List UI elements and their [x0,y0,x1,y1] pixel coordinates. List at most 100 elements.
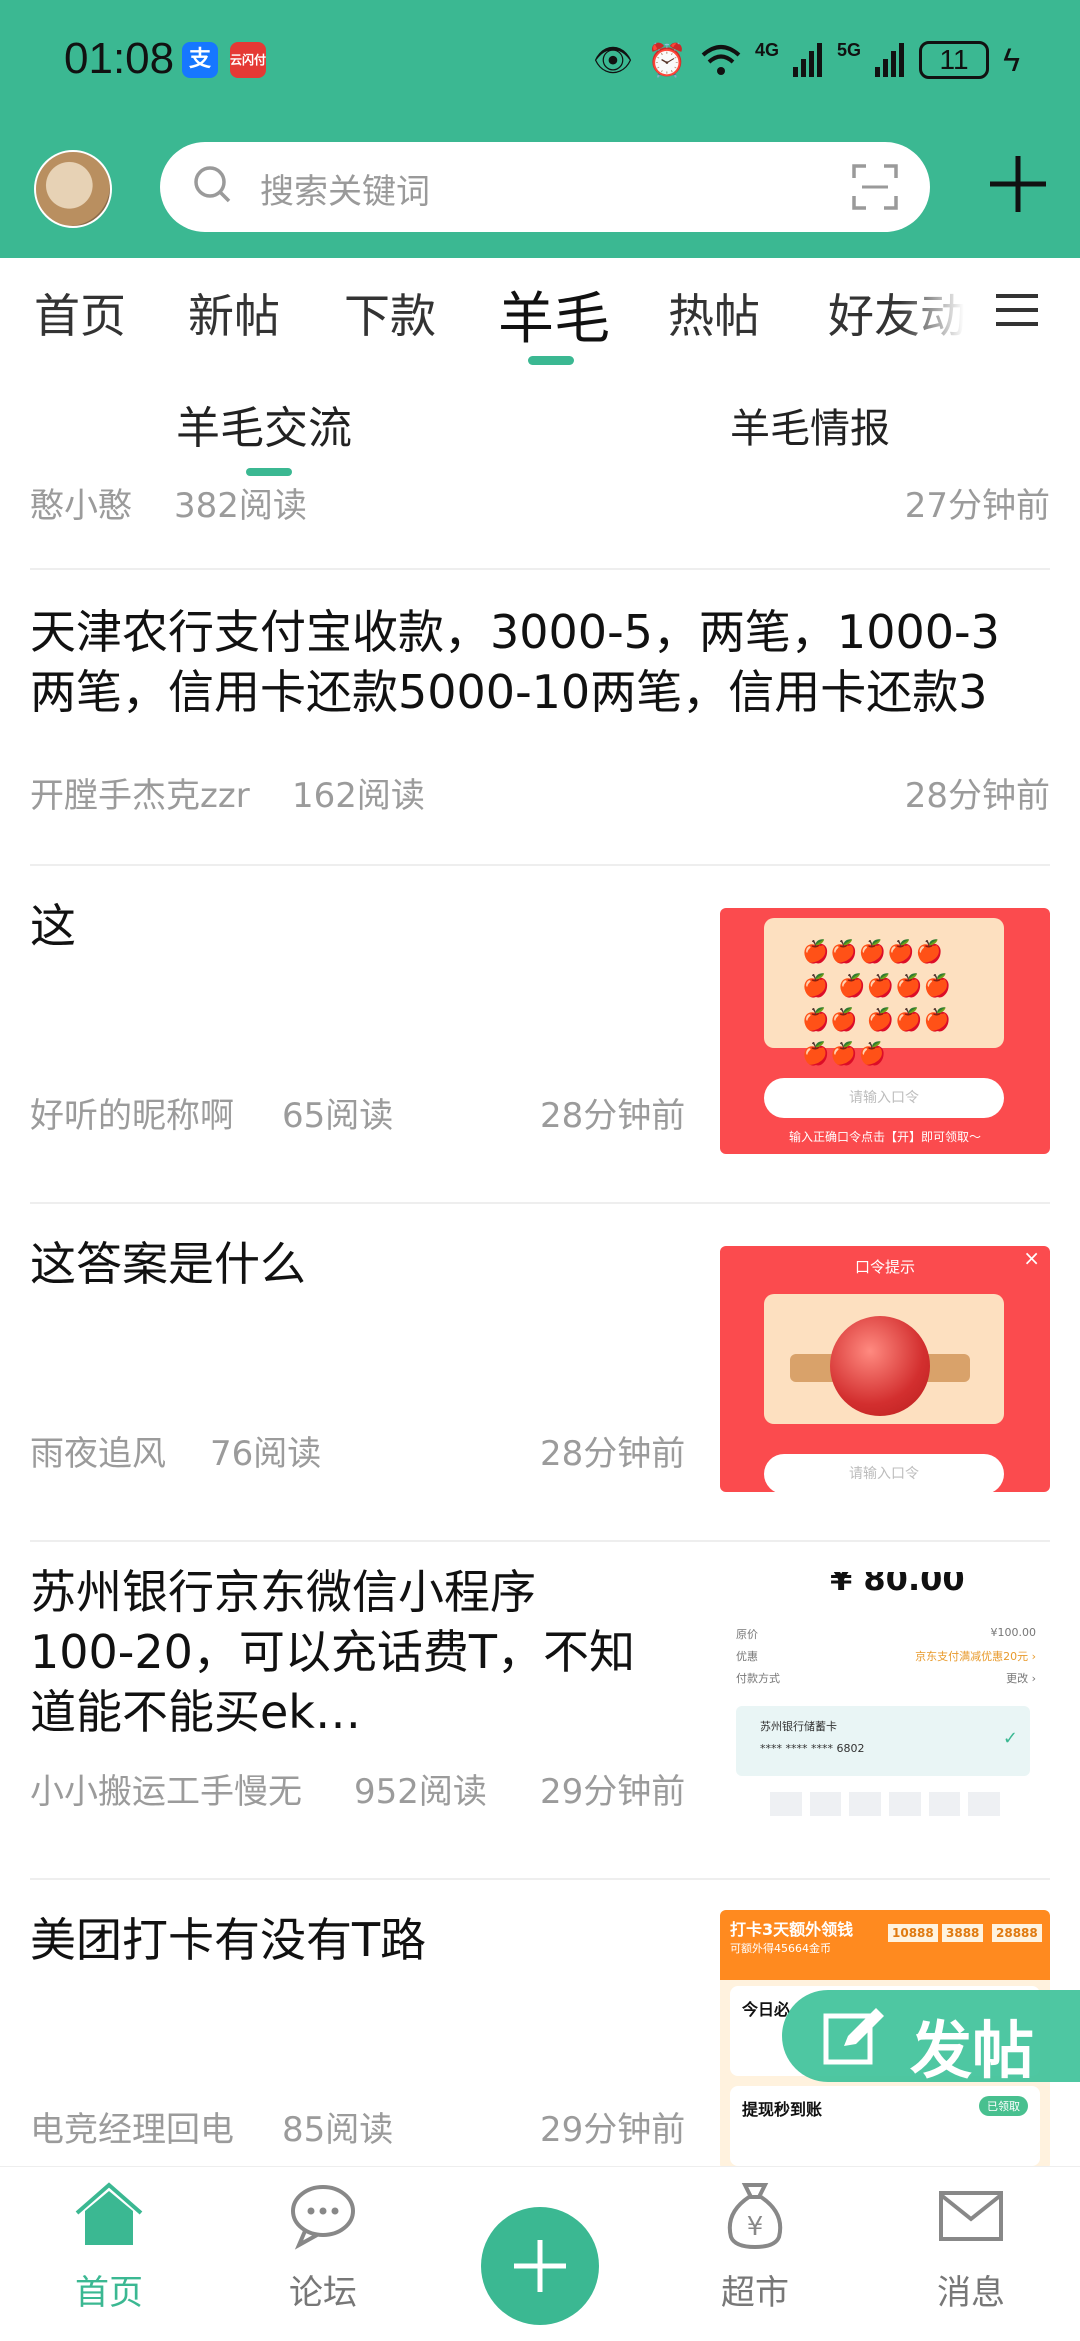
wifi-icon [701,45,741,75]
apple-image [830,1316,930,1416]
card-title: 今日必 [742,2000,791,2019]
post-item[interactable]: 这答案是什么 雨夜追风 76阅读 28分钟前 口令提示 × 请输入口令 [30,1204,1050,1542]
post-title-line: 100-20，可以充话费T，不知 [30,1625,636,1679]
post-thumbnail[interactable]: 🍎🍎🍎🍎🍎🍎 🍎🍎🍎🍎🍎🍎 🍎🍎🍎🍎🍎🍎 请输入口令 输入正确口令点击【开】即可… [720,908,1050,1154]
post-reads: 162阅读 [292,776,425,816]
subtab-wool-exchange[interactable]: 羊毛交流 [176,392,352,456]
nav-add-button[interactable] [481,2207,599,2325]
status-badge: 已领取 [979,2096,1028,2116]
nav-messages[interactable]: 消息 [896,2179,1046,2314]
post-title: 苏州银行京东微信小程序 100-20，可以充话费T，不知 道能不能买ek… [30,1562,635,1742]
post-item[interactable]: 憨小憨 382阅读 27分钟前 [30,476,1050,570]
payment-row-value: 更改 › [1006,1672,1036,1685]
post-title-line: 天津农行支付宝收款，3000-5，两笔，1000-3 [30,605,1000,659]
thumbnail-header: 口令提示 [854,1258,915,1276]
top-header: 01:08 支 云闪付 👁 ⏰ 4G 5G 11 ϟ 搜索关键词 [0,0,1080,258]
reward-amount: 28888 [992,1924,1042,1942]
menu-icon[interactable] [996,292,1038,328]
user-avatar[interactable] [34,150,112,228]
tab-home[interactable]: 首页 [34,280,126,346]
subtab-active-indicator [246,468,292,476]
post-thumbnail[interactable]: 口令提示 × 请输入口令 [720,1246,1050,1492]
password-boxes [770,1792,1001,1816]
add-plus-icon[interactable] [986,152,1050,216]
card-title: 提现秒到账 [742,2100,823,2119]
post-title-line: 道能不能买ek… [30,1685,361,1739]
tab-wool-deals[interactable]: 羊毛 [498,274,610,355]
nav-home[interactable]: 首页 [34,2179,184,2314]
post-item[interactable]: 苏州银行京东微信小程序 100-20，可以充话费T，不知 道能不能买ek… 小小… [30,1542,1050,1880]
alarm-icon: ⏰ [647,42,688,78]
forum-icon [291,2185,355,2250]
post-time: 28分钟前 [540,1096,686,1136]
charging-icon: ϟ [1003,42,1020,78]
post-feed: 憨小憨 382阅读 27分钟前 天津农行支付宝收款，3000-5，两笔，1000… [0,476,1080,2166]
signal-icon-2 [875,43,905,77]
signal-icon-1 [793,43,823,77]
post-title-line: 两笔，信用卡还款5000-10两笔，信用卡还款3 [30,665,988,719]
nav-market[interactable]: ¥ 超市 [680,2179,830,2314]
thumbnail-banner: 打卡3天额外领钱 可额外得45664金币 10888 3888 28888 [720,1910,1050,1980]
nav-forum-label: 论坛 [289,2273,357,2313]
post-author: 小小搬运工手慢无 [30,1772,302,1812]
add-icon [514,2240,566,2292]
new-post-label: 发帖 [910,2014,1035,2087]
thumbnail-input-text: 请输入口令 [764,1078,1004,1118]
search-placeholder: 搜索关键词 [260,172,430,212]
payment-row-value: ¥100.00 [990,1626,1037,1639]
network-4g-label: 4G [755,39,780,60]
post-author: 电竞经理回电 [30,2110,234,2150]
subtab-wool-intel[interactable]: 羊毛情报 [730,396,890,454]
post-item[interactable]: 天津农行支付宝收款，3000-5，两笔，1000-3 两笔，信用卡还款5000-… [30,570,1050,866]
battery-indicator: 11 [919,41,990,79]
search-icon [194,166,231,203]
thumbnail-card: 提现秒到账 已领取 [730,2086,1040,2166]
post-time: 27分钟前 [904,486,1050,526]
status-bar: 01:08 支 云闪付 👁 ⏰ 4G 5G 11 ϟ [0,0,1080,120]
nav-messages-label: 消息 [937,2273,1005,2313]
home-icon [75,2182,143,2245]
status-time: 01:08 [64,34,175,83]
thumbnail-input-text: 请输入口令 [764,1454,1004,1492]
card-number: **** **** **** 6802 [760,1742,865,1755]
tab-hot-posts[interactable]: 热帖 [668,280,760,346]
tab-loans[interactable]: 下款 [344,280,436,346]
reward-amount: 3888 [942,1924,984,1942]
post-title: 美团打卡有没有T路 [30,1913,427,1967]
bank-card: 苏州银行储蓄卡 **** **** **** 6802 ✓ [736,1706,1030,1776]
nav-market-label: 超市 [721,2273,789,2313]
tab-active-indicator [528,356,574,365]
post-reads: 952阅读 [354,1772,487,1812]
scan-icon[interactable] [850,162,900,212]
search-bar[interactable]: 搜索关键词 [160,142,930,232]
nav-home-label: 首页 [75,2273,143,2313]
post-time: 29分钟前 [540,1772,686,1812]
post-title-line: 苏州银行京东微信小程序 [30,1565,536,1619]
post-reads: 85阅读 [282,2110,394,2150]
bank-name: 苏州银行储蓄卡 [760,1720,837,1733]
payment-row-label: 原价 [736,1628,758,1641]
payment-row: 原价 ¥100.00 [736,1626,1036,1642]
category-tabs: 首页 新帖 下款 羊毛 热帖 好友动 [0,258,1080,368]
post-time: 29分钟前 [540,2110,686,2150]
post-title: 这 [30,899,76,953]
post-author: 开膛手杰克zzr [30,776,250,816]
status-icons: 👁 ⏰ 4G 5G 11 ϟ [593,36,1020,84]
post-reads: 76阅读 [210,1434,322,1474]
market-icon: ¥ [727,2183,783,2250]
edit-icon [823,2008,884,2065]
payment-row: 优惠 京东支付满减优惠20元 › [736,1648,1036,1664]
payment-row-value: 京东支付满减优惠20元 › [915,1650,1036,1663]
payment-row-label: 优惠 [736,1650,758,1663]
unionpay-notification-icon: 云闪付 [230,42,266,78]
post-thumbnail[interactable]: ¥ 80.00 原价 ¥100.00 优惠 京东支付满减优惠20元 › 付款方式 更改… [720,1572,1050,1818]
post-item[interactable]: 这 好听的昵称啊 65阅读 28分钟前 🍎🍎🍎🍎🍎🍎 🍎🍎🍎🍎🍎🍎 🍎🍎🍎🍎🍎🍎… [30,866,1050,1204]
tabs-fade [900,258,980,358]
post-reads: 382阅读 [174,486,307,526]
tab-new-posts[interactable]: 新帖 [188,280,280,346]
nav-forum[interactable]: 论坛 [248,2179,398,2314]
banner-subtext: 可额外得45664金币 [730,1942,831,1955]
new-post-button[interactable]: 发帖 [782,1990,1080,2087]
payment-row-label: 付款方式 [736,1672,780,1685]
post-author: 憨小憨 [30,486,132,526]
